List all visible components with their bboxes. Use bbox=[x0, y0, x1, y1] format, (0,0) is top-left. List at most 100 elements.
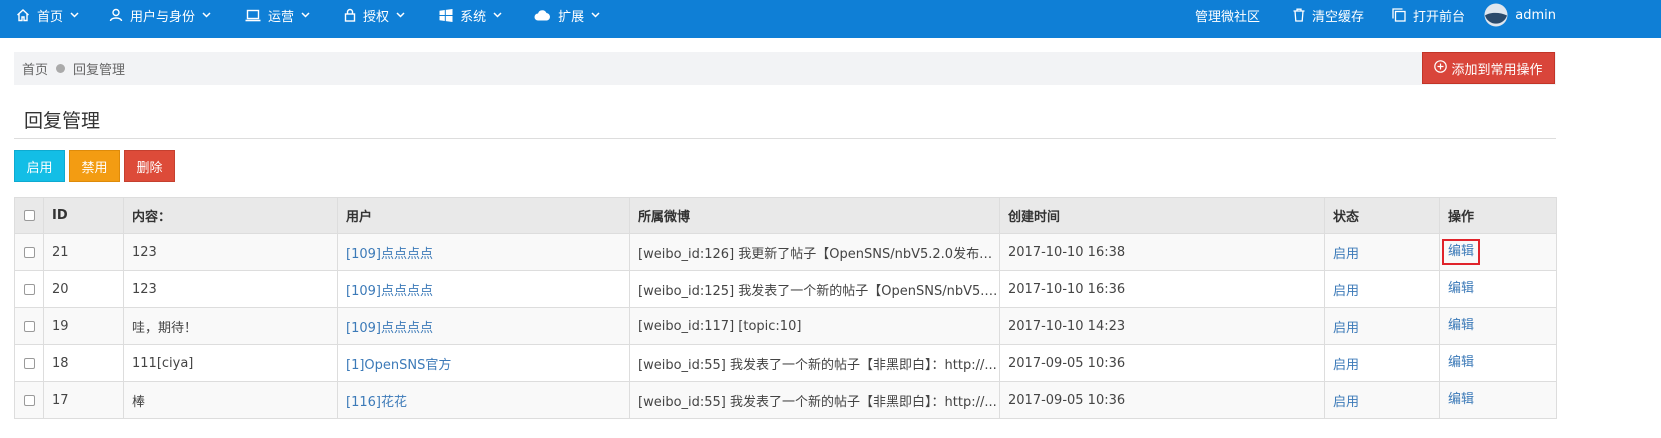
nav-community-label: 管理微社区 bbox=[1194, 9, 1260, 25]
column-header-user[interactable]: 用户 bbox=[337, 197, 630, 234]
cell-status: 启用 bbox=[1324, 344, 1440, 382]
row-select-cell bbox=[14, 307, 44, 345]
cell-user: [1]OpenSNS官方 bbox=[337, 344, 630, 382]
select-all-checkbox[interactable] bbox=[23, 210, 35, 221]
cloud-icon bbox=[534, 9, 551, 21]
chevron-down-icon bbox=[202, 12, 211, 18]
nav-extend-label: 扩展 bbox=[558, 9, 585, 25]
nav-community[interactable]: 管理微社区 bbox=[1195, 0, 1260, 30]
cell-content: 棒 bbox=[123, 381, 338, 419]
enable-button[interactable]: 启用 bbox=[14, 150, 65, 182]
cell-user: [109]点点点点 bbox=[337, 307, 630, 345]
cell-operate: 编辑 bbox=[1439, 381, 1557, 419]
chevron-down-icon bbox=[493, 12, 502, 18]
lock-icon bbox=[344, 8, 356, 22]
user-link[interactable]: [116]花花 bbox=[346, 395, 407, 410]
trash-icon bbox=[1293, 8, 1305, 22]
nav-users[interactable]: 用户与身份 bbox=[109, 0, 211, 30]
column-header-content[interactable]: 内容： bbox=[123, 197, 338, 234]
cell-status: 启用 bbox=[1324, 307, 1440, 345]
nav-users-label: 用户与身份 bbox=[130, 9, 196, 25]
row-select-cell bbox=[14, 233, 44, 271]
column-header-id[interactable]: ID bbox=[43, 197, 124, 234]
breadcrumb-current: 回复管理 bbox=[73, 63, 126, 78]
row-checkbox[interactable] bbox=[23, 394, 35, 406]
cell-status: 启用 bbox=[1324, 381, 1440, 419]
cell-weibo: [weibo_id:125] 我发表了一个新的帖子【OpenSNS/nbV5.2… bbox=[629, 270, 1000, 308]
user-name: admin bbox=[1515, 7, 1556, 23]
user-link[interactable]: [109]点点点点 bbox=[346, 284, 433, 299]
edit-link[interactable]: 编辑 bbox=[1442, 350, 1480, 376]
disable-button[interactable]: 禁用 bbox=[69, 150, 120, 182]
cell-user: [109]点点点点 bbox=[337, 233, 630, 271]
column-header-created[interactable]: 创建时间 bbox=[999, 197, 1325, 234]
status-link[interactable]: 启用 bbox=[1333, 395, 1359, 410]
cell-content: 123 bbox=[123, 233, 338, 271]
clear-cache-button[interactable]: 清空缓存 bbox=[1293, 0, 1364, 30]
cell-user: [109]点点点点 bbox=[337, 270, 630, 308]
cell-id: 20 bbox=[43, 270, 124, 308]
plus-circle-icon bbox=[1434, 59, 1448, 77]
cell-operate: 编辑 bbox=[1439, 270, 1557, 308]
cell-id: 19 bbox=[43, 307, 124, 345]
status-link[interactable]: 启用 bbox=[1333, 358, 1359, 373]
nav-auth[interactable]: 授权 bbox=[344, 0, 405, 30]
open-front-label: 打开前台 bbox=[1412, 9, 1465, 25]
chevron-down-icon bbox=[591, 12, 600, 18]
edit-link[interactable]: 编辑 bbox=[1442, 313, 1480, 339]
reply-table: ID 内容： 用户 所属微博 创建时间 状态 操作 21 123 [109]点点… bbox=[14, 197, 1557, 419]
cell-created: 2017-10-10 16:36 bbox=[999, 270, 1325, 308]
edit-link[interactable]: 编辑 bbox=[1442, 387, 1480, 413]
row-checkbox[interactable] bbox=[23, 283, 35, 295]
open-front-button[interactable]: 打开前台 bbox=[1392, 0, 1465, 30]
delete-button[interactable]: 删除 bbox=[124, 150, 175, 182]
status-link[interactable]: 启用 bbox=[1333, 321, 1359, 336]
nav-extend[interactable]: 扩展 bbox=[534, 0, 600, 30]
cell-weibo: [weibo_id:55] 我发表了一个新的帖子【非黑即白】：http://..… bbox=[629, 344, 1000, 382]
edit-link[interactable]: 编辑 bbox=[1442, 239, 1481, 265]
column-header-status[interactable]: 状态 bbox=[1324, 197, 1440, 234]
avatar bbox=[1484, 3, 1508, 27]
row-checkbox[interactable] bbox=[23, 246, 35, 258]
row-select-cell bbox=[14, 270, 44, 308]
column-header-weibo[interactable]: 所属微博 bbox=[629, 197, 1000, 234]
column-header-operate: 操作 bbox=[1439, 197, 1557, 234]
cell-operate: 编辑 bbox=[1439, 233, 1557, 271]
cell-weibo: [weibo_id:55] 我发表了一个新的帖子【非黑即白】：http://..… bbox=[629, 381, 1000, 419]
breadcrumb-home[interactable]: 首页 bbox=[22, 59, 48, 78]
cell-weibo: [weibo_id:117] [topic:10] bbox=[629, 307, 1000, 345]
cell-user: [116]花花 bbox=[337, 381, 630, 419]
user-account[interactable]: admin bbox=[1484, 0, 1556, 30]
top-navbar: 首页 用户与身份 运营 授权 系统 扩展 管理微社区 清空缓存 打开前台 adm… bbox=[0, 0, 1661, 38]
row-checkbox[interactable] bbox=[23, 320, 35, 332]
nav-system[interactable]: 系统 bbox=[439, 0, 502, 30]
cell-status: 启用 bbox=[1324, 233, 1440, 271]
table-row: 17 棒 [116]花花 [weibo_id:55] 我发表了一个新的帖子【非黑… bbox=[14, 381, 1557, 419]
home-icon bbox=[16, 8, 30, 22]
table-row: 18 111[ciya] [1]OpenSNS官方 [weibo_id:55] … bbox=[14, 344, 1557, 382]
nav-operation[interactable]: 运营 bbox=[245, 0, 310, 30]
cell-created: 2017-09-05 10:36 bbox=[999, 344, 1325, 382]
cell-created: 2017-09-05 10:36 bbox=[999, 381, 1325, 419]
clear-cache-label: 清空缓存 bbox=[1311, 9, 1364, 25]
user-link[interactable]: [109]点点点点 bbox=[346, 321, 433, 336]
cell-weibo: [weibo_id:126] 我更新了帖子【OpenSNS/nbV5.2.0发布… bbox=[629, 233, 1000, 271]
table-row: 21 123 [109]点点点点 [weibo_id:126] 我更新了帖子【O… bbox=[14, 233, 1557, 271]
windows-icon bbox=[439, 8, 453, 22]
cell-content: 123 bbox=[123, 270, 338, 308]
row-checkbox[interactable] bbox=[23, 357, 35, 369]
nav-home[interactable]: 首页 bbox=[16, 0, 79, 30]
edit-link[interactable]: 编辑 bbox=[1442, 276, 1480, 302]
breadcrumb-bar: 首页 回复管理 bbox=[14, 52, 1556, 85]
title-divider bbox=[14, 138, 1556, 139]
user-link[interactable]: [1]OpenSNS官方 bbox=[346, 358, 451, 373]
user-link[interactable]: [109]点点点点 bbox=[346, 247, 433, 262]
cell-content: 111[ciya] bbox=[123, 344, 338, 382]
status-link[interactable]: 启用 bbox=[1333, 247, 1359, 262]
add-to-common-ops-button[interactable]: 添加到常用操作 bbox=[1422, 52, 1555, 84]
breadcrumb-separator-icon bbox=[56, 64, 66, 73]
status-link[interactable]: 启用 bbox=[1333, 284, 1359, 299]
breadcrumb: 首页 回复管理 bbox=[22, 52, 125, 85]
chevron-down-icon bbox=[70, 12, 79, 18]
table-header-row: ID 内容： 用户 所属微博 创建时间 状态 操作 bbox=[14, 197, 1557, 234]
